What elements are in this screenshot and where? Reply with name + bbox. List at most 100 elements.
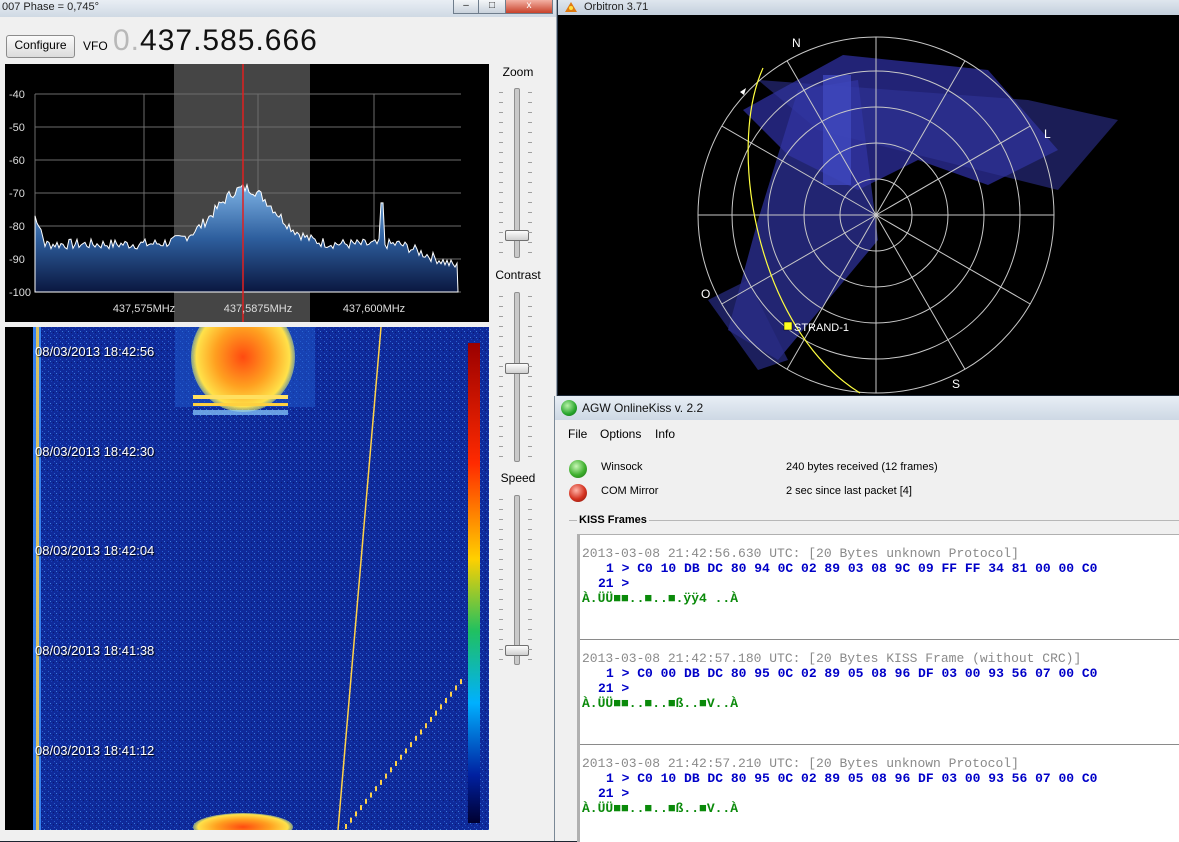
- slider-tick: [499, 426, 503, 427]
- slider-tick: [499, 549, 503, 550]
- slider-tick: [499, 446, 503, 447]
- slider-tick: [499, 182, 503, 183]
- slider-tick: [499, 619, 503, 620]
- agw-window-title: AGW OnlineKiss v. 2.2: [582, 401, 704, 415]
- speed-label: Speed: [500, 471, 536, 485]
- satellite-label: STRAND-1: [794, 322, 849, 334]
- vfo-frequency-digits: 437.585.666: [140, 24, 318, 57]
- menu-bar: File Options Info: [555, 424, 1179, 444]
- doppler-step: [460, 679, 462, 685]
- slider-tick: [499, 142, 503, 143]
- frame-header: 2013-03-08 21:42:57.180 UTC: [20 Bytes K…: [582, 651, 1082, 666]
- spectrum-freq-label: 437,600MHz: [343, 303, 405, 315]
- slider-tick: [499, 599, 503, 600]
- slider-tick: [528, 232, 532, 233]
- speed-slider-track[interactable]: [514, 495, 520, 665]
- slider-tick: [499, 529, 503, 530]
- menu-options[interactable]: Options: [600, 427, 641, 441]
- kiss-frames-list[interactable]: 2013-03-08 21:42:56.630 UTC: [20 Bytes u…: [577, 534, 1179, 842]
- slider-tick: [528, 539, 532, 540]
- sdr-window-title: 007 Phase = 0,745°: [2, 1, 100, 13]
- minimize-button[interactable]: –: [453, 0, 479, 14]
- radar-info-objects: Objetos no radar: 1, em eclipse: 0: [577, 35, 728, 46]
- frame-hex-line: 1 > C0 00 DB DC 80 95 0C 02 89 05 08 96 …: [606, 666, 1098, 681]
- doppler-step: [365, 798, 367, 804]
- speed-slider-thumb[interactable]: [505, 645, 529, 657]
- doppler-step: [425, 723, 427, 729]
- contrast-slider-thumb[interactable]: [505, 363, 529, 375]
- radar-info-moon: Azm da lua: 237°, elv: -37°, ilu: 11%: [577, 50, 737, 61]
- kiss-frame-entry[interactable]: 2013-03-08 21:42:57.180 UTC: [20 Bytes K…: [580, 640, 1179, 745]
- vfo-label: VFO: [83, 39, 108, 53]
- slider-tick: [499, 569, 503, 570]
- spectrum-display[interactable]: -40 -50 -60 -70 -80 -90 -100 437,575MHz 437,587…: [5, 64, 489, 322]
- spectrum-db-label: -90: [9, 254, 25, 266]
- doppler-step: [445, 698, 447, 703]
- doppler-step: [385, 773, 387, 779]
- slider-tick: [499, 416, 503, 417]
- com-mirror-status-led-icon: [569, 484, 587, 502]
- zoom-slider-thumb[interactable]: [505, 230, 529, 242]
- frame-hex-line: 21 >: [598, 681, 630, 696]
- compass-n: N: [792, 36, 801, 50]
- slider-tick: [499, 92, 503, 93]
- contrast-slider-track[interactable]: [514, 292, 520, 462]
- slider-tick: [499, 316, 503, 317]
- radar-info-sun: Azm do sol: 263°, elv: -7°: [577, 65, 690, 76]
- slider-tick: [528, 416, 532, 417]
- slider-tick: [528, 376, 532, 377]
- doppler-step: [440, 704, 442, 710]
- waterfall-left-margin: [5, 327, 33, 830]
- slider-tick: [499, 296, 503, 297]
- waterfall-display[interactable]: 08/03/2013 18:42:56 08/03/2013 18:42:30 …: [5, 327, 489, 830]
- maximize-button[interactable]: □: [478, 0, 506, 14]
- kiss-frames-title: KISS Frames: [577, 514, 649, 526]
- slider-tick: [528, 202, 532, 203]
- slider-tick: [499, 609, 503, 610]
- doppler-step: [400, 754, 402, 760]
- slider-tick: [499, 519, 503, 520]
- slider-tick: [499, 232, 503, 233]
- menu-file[interactable]: File: [568, 427, 587, 441]
- slider-tick: [528, 242, 532, 243]
- satellite-3d-model: [708, 55, 1118, 370]
- slider-tick: [528, 132, 532, 133]
- slider-tick: [499, 346, 503, 347]
- doppler-step: [355, 811, 357, 817]
- frame-ascii: À.ÜÜ■■..■..■.ÿÿ4 ..À: [582, 591, 739, 606]
- doppler-step: [450, 691, 452, 697]
- sdr-title-bar: 007 Phase = 0,745° – □ x: [0, 0, 556, 17]
- configure-button[interactable]: Configure: [6, 35, 75, 58]
- slider-tick: [499, 122, 503, 123]
- slider-tick: [528, 296, 532, 297]
- doppler-step: [420, 729, 422, 735]
- slider-tick: [499, 386, 503, 387]
- slider-tick: [528, 639, 532, 640]
- spectrum-freq-label: 437,575MHz: [113, 303, 175, 315]
- slider-tick: [528, 456, 532, 457]
- slider-tick: [499, 589, 503, 590]
- slider-tick: [499, 406, 503, 407]
- waterfall-timestamp: 08/03/2013 18:41:38: [35, 643, 155, 658]
- slider-tick: [528, 142, 532, 143]
- slider-tick: [528, 649, 532, 650]
- kiss-frame-entry[interactable]: 2013-03-08 21:42:57.210 UTC: [20 Bytes u…: [580, 745, 1179, 842]
- menu-info[interactable]: Info: [655, 427, 675, 441]
- vfo-frequency[interactable]: 0.437.585.666: [113, 24, 318, 58]
- slider-tick: [499, 306, 503, 307]
- doppler-step: [345, 824, 347, 829]
- winsock-status-text: 240 bytes received (12 frames): [786, 461, 938, 473]
- kiss-frame-entry[interactable]: 2013-03-08 21:42:56.630 UTC: [20 Bytes u…: [580, 535, 1179, 640]
- vfo-frequency-prefix: 0.: [113, 24, 141, 57]
- doppler-step: [415, 735, 417, 741]
- slider-tick: [499, 192, 503, 193]
- frame-header: 2013-03-08 21:42:57.210 UTC: [20 Bytes u…: [582, 756, 1019, 771]
- slider-tick: [528, 102, 532, 103]
- slider-tick: [499, 499, 503, 500]
- spectrum-db-label: -70: [9, 188, 25, 200]
- slider-tick: [528, 446, 532, 447]
- radar-info-declination: DeclGeomag: 21.9° O: [577, 85, 675, 96]
- spectrum-db-label: -80: [9, 221, 25, 233]
- slider-tick: [528, 356, 532, 357]
- close-button[interactable]: x: [505, 0, 553, 14]
